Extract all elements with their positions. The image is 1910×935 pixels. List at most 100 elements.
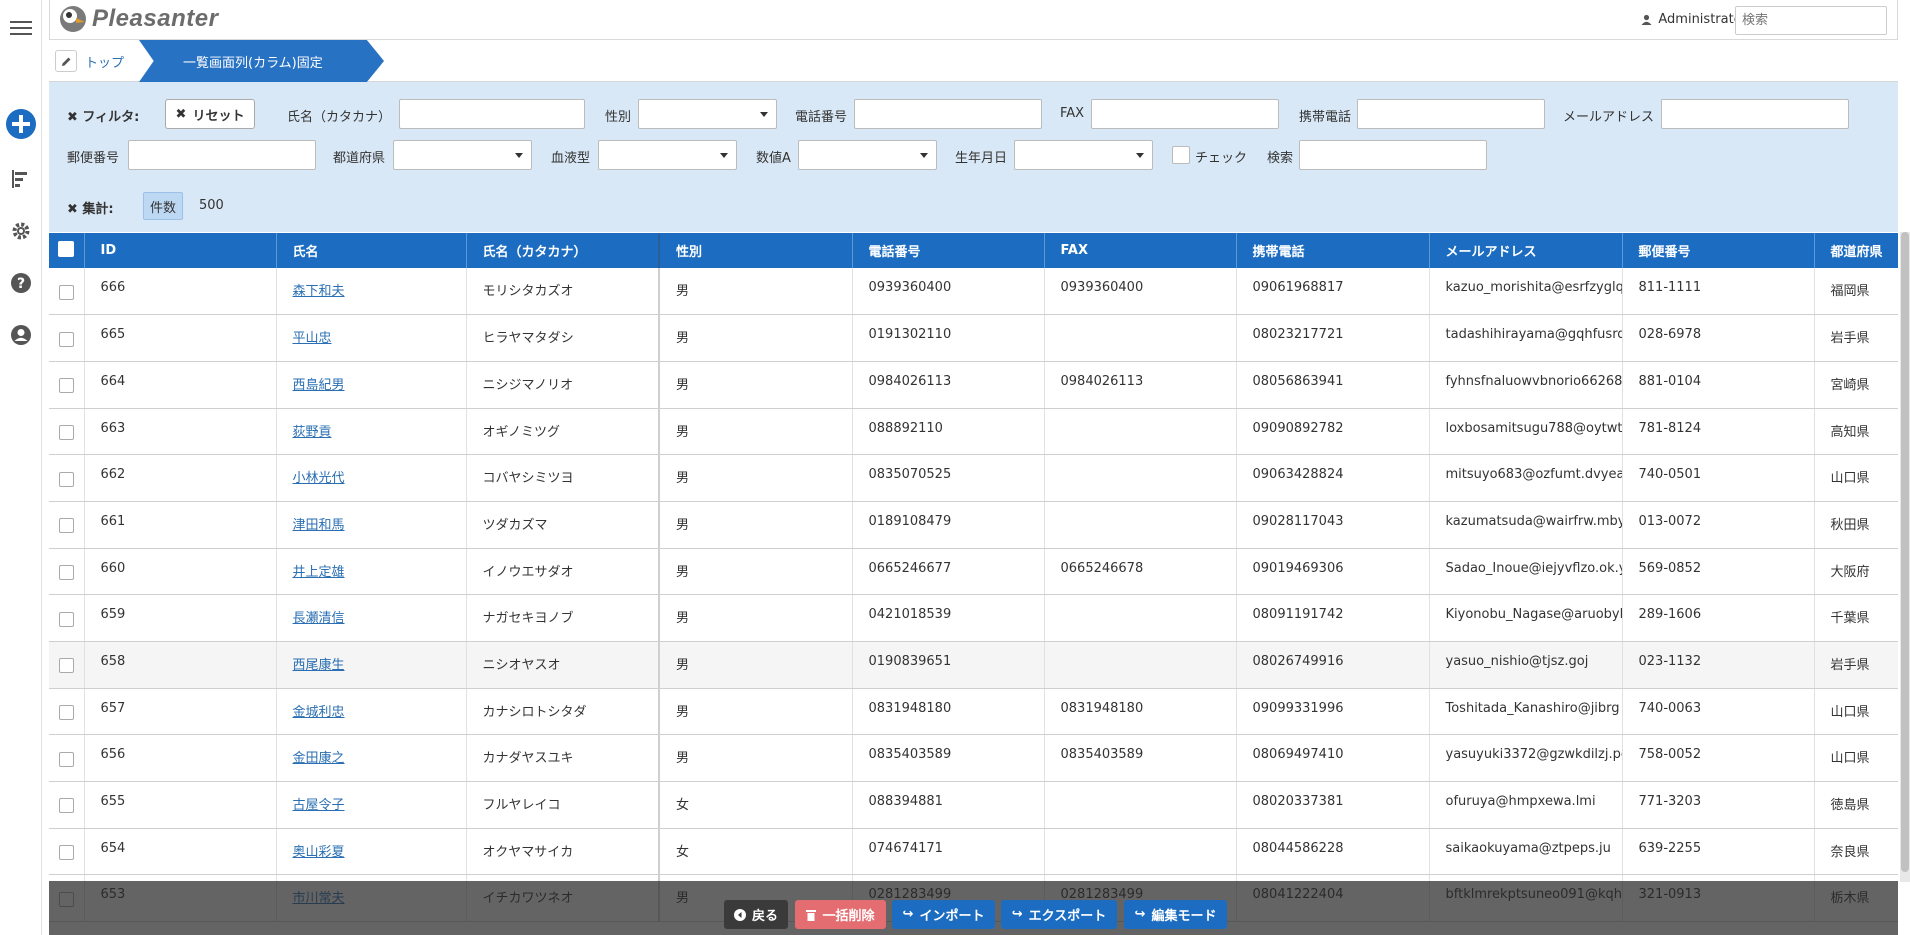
name-link[interactable]: 平山忠 (293, 331, 332, 346)
scrollbar-thumb[interactable] (1901, 232, 1909, 872)
row-checkbox[interactable] (49, 454, 85, 502)
name-link[interactable]: 金城利忠 (293, 705, 345, 720)
table-row[interactable]: 662 小林光代 コバヤシミツヨ男 0835070525 09063428824 mits… (49, 454, 1898, 502)
filter-prefecture-select[interactable] (393, 140, 532, 170)
vertical-scrollbar[interactable] (1900, 232, 1910, 882)
column-header[interactable]: 都道府県 (1814, 233, 1898, 268)
name-link[interactable]: 西尾康生 (293, 658, 345, 673)
table-cell: 781-8124 (1622, 408, 1815, 456)
column-header[interactable]: 携帯電話 (1236, 233, 1430, 268)
column-header[interactable]: FAX (1044, 233, 1237, 268)
table-cell: 男 (659, 408, 853, 456)
name-link[interactable]: 金田康之 (293, 751, 345, 766)
table-cell: 658 (84, 641, 277, 689)
table-row[interactable]: 656 金田康之 カナダヤスユキ男 0835403589 0835403589 08069… (49, 734, 1898, 783)
table-cell: ニシオヤスオ (466, 641, 660, 689)
column-header[interactable]: メールアドレス (1429, 233, 1623, 268)
row-checkbox[interactable] (49, 314, 85, 362)
table-row[interactable]: 664 西島紀男 ニシジマノリオ男 0984026113 0984026113 08056… (49, 361, 1898, 409)
table-row[interactable]: 665 平山忠 ヒラヤマタダシ男 0191302110 08023217721 tadas… (49, 314, 1898, 362)
table-row[interactable]: 661 津田和馬 ツダカズマ男 0189108479 09028117043 kazuma… (49, 501, 1898, 549)
column-header[interactable]: 氏名（カタカナ） (466, 233, 660, 268)
column-header[interactable]: 郵便番号 (1622, 233, 1815, 268)
app-logo[interactable]: Pleasanter (58, 4, 218, 34)
name-cell: 古屋令子 (276, 781, 467, 829)
name-link[interactable]: 長瀬清信 (293, 611, 345, 626)
table-cell: 659 (84, 594, 277, 642)
column-header[interactable]: ID (84, 233, 277, 268)
export-button[interactable]: ↪ エクスポート (1001, 900, 1117, 929)
name-cell: 井上定雄 (276, 548, 467, 596)
row-checkbox[interactable] (49, 408, 85, 456)
row-checkbox[interactable] (49, 548, 85, 596)
filter-email-input[interactable] (1661, 99, 1849, 129)
help-icon[interactable]: ? (0, 270, 42, 296)
table-row[interactable]: 659 長瀬清信 ナガセキヨノブ男 0421018539 08091191742 Kiyo… (49, 594, 1898, 642)
edit-pencil-icon[interactable] (55, 50, 77, 72)
table-cell: 0665246677 (852, 548, 1045, 596)
row-checkbox[interactable] (49, 828, 85, 876)
reset-filter-button[interactable]: ✖ リセット (165, 99, 255, 129)
filter-search-input[interactable] (1299, 140, 1487, 170)
row-checkbox[interactable] (49, 781, 85, 829)
filter-phone-input[interactable] (854, 99, 1042, 129)
table-row[interactable]: 657 金城利忠 カナシロトシタダ男 0831948180 0831948180 0909… (49, 688, 1898, 736)
row-checkbox[interactable] (49, 594, 85, 642)
table-cell: 074674171 (852, 828, 1045, 876)
add-icon[interactable] (0, 107, 42, 141)
bulk-delete-button[interactable]: 一括削除 (795, 900, 886, 929)
import-button[interactable]: ↪ インポート (892, 900, 995, 929)
hamburger-menu-icon[interactable] (0, 14, 42, 42)
row-checkbox[interactable] (49, 641, 85, 689)
table-row[interactable]: 658 西尾康生 ニシオヤスオ男 0190839651 08026749916 yasuo… (49, 641, 1898, 689)
user-account-icon[interactable] (0, 322, 42, 348)
gantt-icon[interactable] (0, 166, 42, 192)
name-link[interactable]: 森下和夫 (293, 284, 345, 299)
table-row[interactable]: 666 森下和夫 モリシタカズオ男 0939360400 0939360400 09061… (49, 268, 1898, 316)
back-button[interactable]: 戻る (724, 900, 788, 929)
name-link[interactable]: 古屋令子 (293, 798, 345, 813)
column-header[interactable]: 氏名 (276, 233, 467, 268)
breadcrumb-home-link[interactable]: トップ (85, 52, 124, 71)
table-cell (1044, 501, 1237, 549)
filter-gender-select[interactable] (638, 99, 777, 129)
table-cell: 028-6978 (1622, 314, 1815, 362)
table-row[interactable]: 660 井上定雄 イノウエサダオ男 0665246677 0665246678 09019… (49, 548, 1898, 596)
filter-numa-select[interactable] (798, 140, 937, 170)
table-cell: 881-0104 (1622, 361, 1815, 409)
row-checkbox[interactable] (49, 688, 85, 736)
column-header[interactable]: 電話番号 (852, 233, 1045, 268)
filter-kana-input[interactable] (399, 99, 585, 129)
table-row[interactable]: 654 奥山彩夏 オクヤマサイカ女 074674171 08044586228 saika… (49, 828, 1898, 876)
name-link[interactable]: 奥山彩夏 (293, 845, 345, 860)
name-link[interactable]: 西島紀男 (293, 378, 345, 393)
table-cell (1044, 781, 1237, 829)
name-link[interactable]: 小林光代 (293, 471, 345, 486)
filter-mobile-input[interactable] (1357, 99, 1545, 129)
global-search-input[interactable] (1735, 6, 1887, 35)
column-header[interactable]: 性別 (659, 233, 853, 268)
filter-fax-input[interactable] (1091, 99, 1279, 129)
name-link[interactable]: 荻野貢 (293, 425, 332, 440)
table-cell: 男 (659, 641, 853, 689)
aggregate-count-tag[interactable]: 件数 (143, 192, 183, 220)
table-row[interactable]: 655 古屋令子 フルヤレイコ女 088394881 08020337381 ofuruy… (49, 781, 1898, 829)
table-cell: 013-0072 (1622, 501, 1815, 549)
row-checkbox[interactable] (49, 734, 85, 783)
row-checkbox[interactable] (49, 268, 85, 316)
select-all-checkbox[interactable] (49, 233, 85, 268)
filter-check-checkbox[interactable] (1172, 146, 1190, 164)
edit-mode-button[interactable]: ↪ 編集モード (1124, 900, 1227, 929)
gear-icon[interactable] (0, 218, 42, 244)
table-row[interactable]: 663 荻野貢 オギノミツグ男 088892110 09090892782 loxbosa… (49, 408, 1898, 456)
filter-blood-select[interactable] (598, 140, 737, 170)
table-cell: 655 (84, 781, 277, 829)
row-checkbox[interactable] (49, 361, 85, 409)
user-menu[interactable]: Administrator (1641, 12, 1747, 27)
name-link[interactable]: 津田和馬 (293, 518, 345, 533)
table-cell: fyhnsfnaluowvbnorio66268( (1429, 361, 1623, 409)
filter-birth-select[interactable] (1014, 140, 1153, 170)
filter-postal-input[interactable] (128, 140, 316, 170)
row-checkbox[interactable] (49, 501, 85, 549)
name-link[interactable]: 井上定雄 (293, 565, 345, 580)
